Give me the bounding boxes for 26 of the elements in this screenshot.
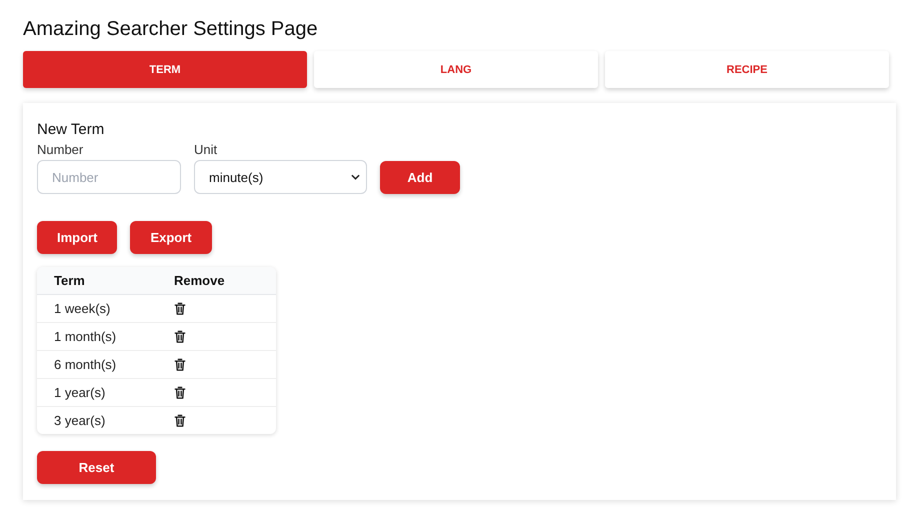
field-label: Number (37, 142, 84, 157)
tab[interactable]: RECIPE (605, 51, 889, 88)
table-cell-text: 6 month(s) (53, 357, 118, 372)
table-cell-text: 1 week(s) (53, 301, 112, 316)
trash-icon[interactable] (174, 358, 186, 372)
table-cell-text: 1 year(s) (53, 385, 106, 400)
table-cell-text: 3 year(s) (53, 413, 106, 428)
trash-icon[interactable] (174, 330, 186, 344)
add-button[interactable]: Add (380, 161, 460, 194)
page-title: Amazing Searcher Settings Page (23, 18, 319, 41)
action-button[interactable]: Export (130, 221, 212, 254)
tab[interactable]: LANG (314, 51, 598, 88)
column-header: Term (53, 273, 86, 288)
table-cell-text: 1 month(s) (53, 329, 118, 344)
trash-icon[interactable] (174, 386, 186, 400)
tab[interactable]: TERM (23, 51, 307, 88)
column-header: Remove (174, 273, 225, 288)
trash-icon[interactable] (174, 414, 186, 428)
section-heading: New Term (37, 121, 106, 138)
reset-button[interactable]: Reset (37, 451, 156, 484)
chevron-down-icon (351, 174, 360, 180)
unit-dropdown[interactable]: minute(s) (194, 160, 367, 194)
trash-icon[interactable] (174, 302, 186, 316)
number-field[interactable]: Number (37, 160, 181, 194)
action-button[interactable]: Import (37, 221, 118, 254)
field-label: Unit (194, 142, 218, 157)
